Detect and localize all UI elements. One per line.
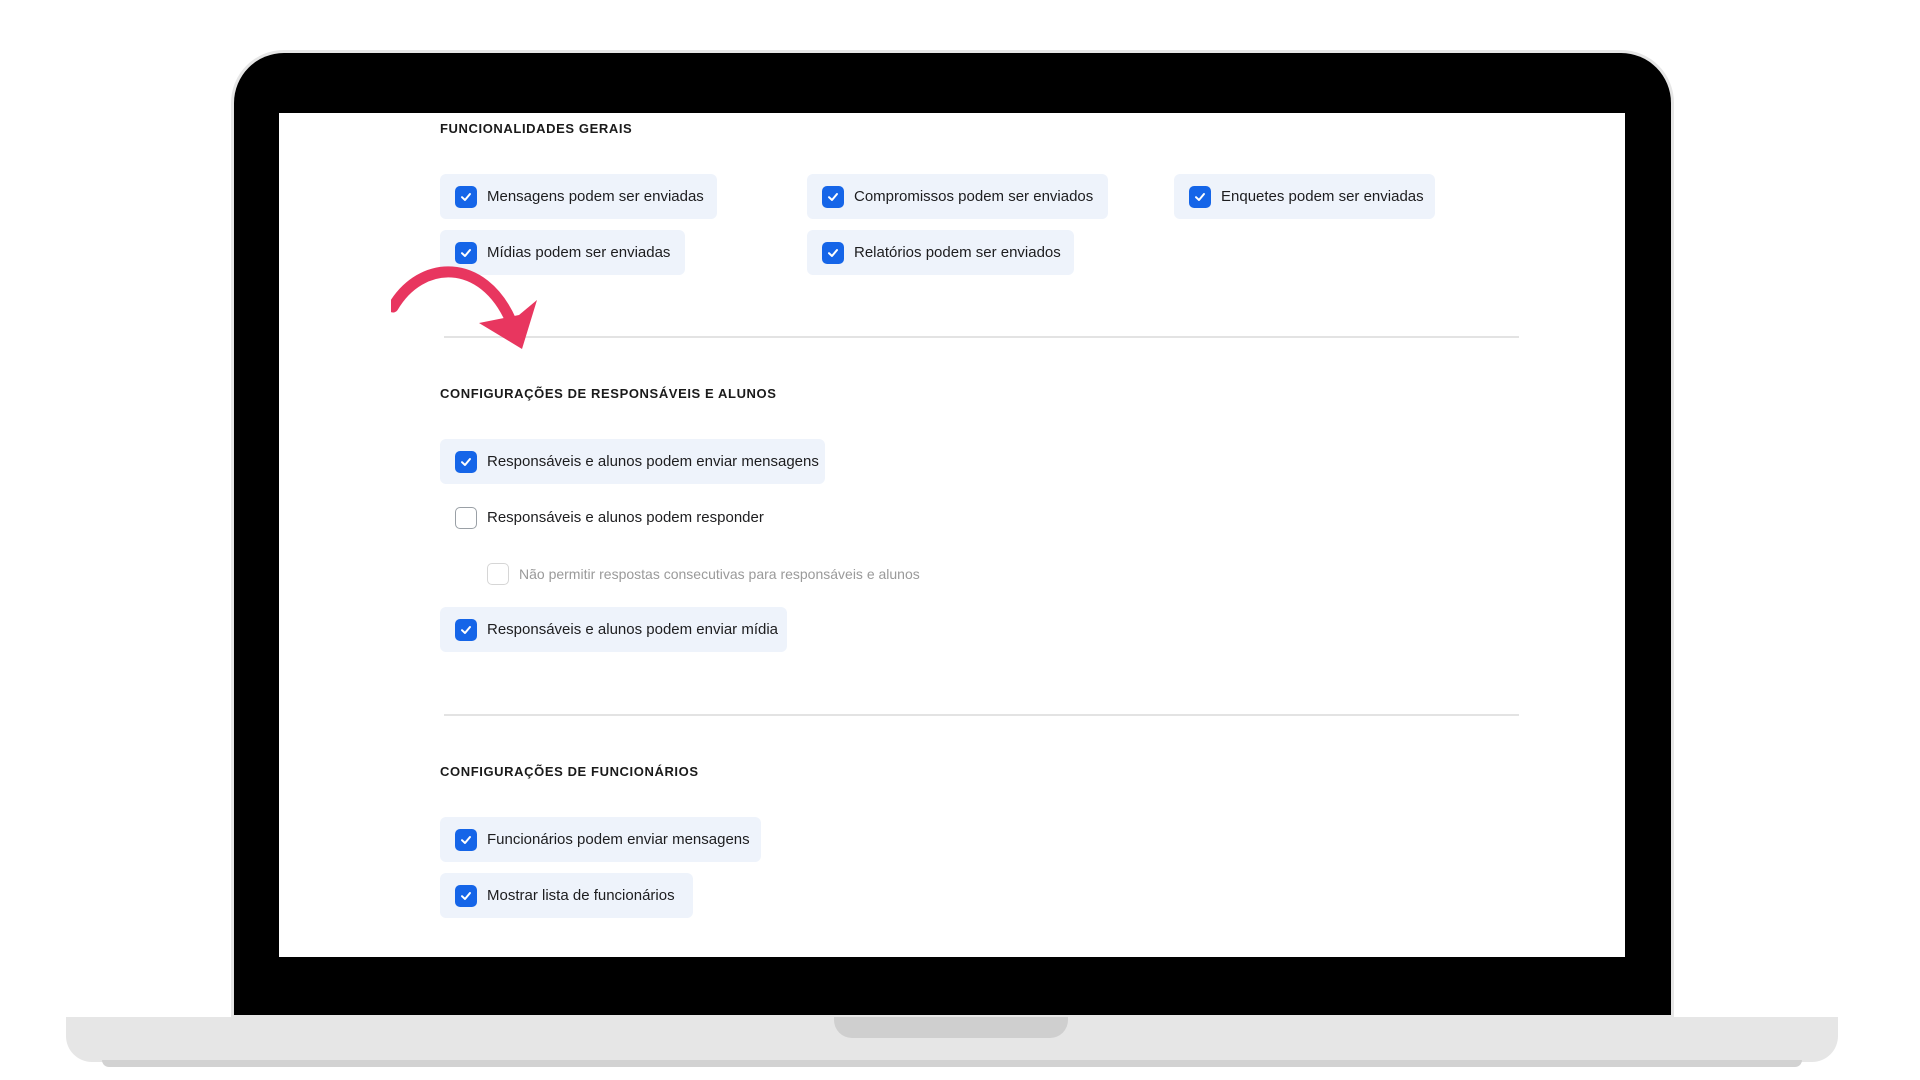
- option-guardians-reply[interactable]: Responsáveis e alunos podem responder: [440, 495, 780, 540]
- checkmark-icon: [461, 891, 471, 900]
- section-divider: [444, 336, 1519, 338]
- option-label: Relatórios podem ser enviados: [854, 244, 1061, 261]
- option-show-employee-list[interactable]: Mostrar lista de funcionários: [440, 873, 693, 918]
- checkmark-icon: [828, 248, 838, 257]
- option-label: Não permitir respostas consecutivas para…: [519, 565, 920, 582]
- checkbox-checked[interactable]: [455, 884, 477, 907]
- option-appointments-sent[interactable]: Compromissos podem ser enviados: [807, 174, 1108, 219]
- checkbox-checked[interactable]: [455, 185, 477, 208]
- option-label: Funcionários podem enviar mensagens: [487, 831, 750, 848]
- checkbox-checked[interactable]: [455, 828, 477, 851]
- option-label: Responsáveis e alunos podem enviar mídia: [487, 621, 778, 638]
- section-title-guardians-students: CONFIGURAÇÕES DE RESPONSÁVEIS E ALUNOS: [440, 386, 777, 401]
- laptop-base-shadow: [102, 1060, 1802, 1067]
- laptop-notch: [834, 1017, 1068, 1038]
- checkbox-checked[interactable]: [822, 241, 844, 264]
- checkbox-disabled: [487, 562, 509, 585]
- settings-screen: FUNCIONALIDADES GERAIS Mensagens podem s…: [279, 113, 1625, 957]
- checkmark-icon: [461, 457, 471, 466]
- curved-arrow-icon: [391, 266, 537, 349]
- checkbox-checked[interactable]: [822, 185, 844, 208]
- checkmark-icon: [461, 625, 471, 634]
- option-guardians-send-messages[interactable]: Responsáveis e alunos podem enviar mensa…: [440, 439, 825, 484]
- option-label: Mídias podem ser enviadas: [487, 244, 671, 261]
- option-guardians-send-media[interactable]: Responsáveis e alunos podem enviar mídia: [440, 607, 787, 652]
- section-title-employees: CONFIGURAÇÕES DE FUNCIONÁRIOS: [440, 764, 699, 779]
- checkbox-checked[interactable]: [1189, 185, 1211, 208]
- option-label: Responsáveis e alunos podem responder: [487, 509, 764, 526]
- option-label: Compromissos podem ser enviados: [854, 188, 1094, 205]
- option-polls-sent[interactable]: Enquetes podem ser enviadas: [1174, 174, 1435, 219]
- checkmark-icon: [1195, 192, 1205, 201]
- option-label: Mostrar lista de funcionários: [487, 887, 675, 904]
- option-reports-sent[interactable]: Relatórios podem ser enviados: [807, 230, 1074, 275]
- checkmark-icon: [461, 835, 471, 844]
- option-employees-send-messages[interactable]: Funcionários podem enviar mensagens: [440, 817, 761, 862]
- checkmark-icon: [461, 192, 471, 201]
- checkmark-icon: [828, 192, 838, 201]
- section-title-general: FUNCIONALIDADES GERAIS: [440, 121, 633, 136]
- option-label: Mensagens podem ser enviadas: [487, 188, 704, 205]
- option-label: Enquetes podem ser enviadas: [1221, 188, 1424, 205]
- checkbox-unchecked[interactable]: [455, 506, 477, 529]
- option-label: Responsáveis e alunos podem enviar mensa…: [487, 453, 819, 470]
- checkbox-checked[interactable]: [455, 618, 477, 641]
- option-messages-sent[interactable]: Mensagens podem ser enviadas: [440, 174, 717, 219]
- option-no-consecutive-replies: Não permitir respostas consecutivas para…: [472, 551, 992, 596]
- section-divider: [444, 714, 1519, 716]
- checkbox-checked[interactable]: [455, 450, 477, 473]
- checkmark-icon: [461, 248, 471, 257]
- checkbox-checked[interactable]: [455, 241, 477, 264]
